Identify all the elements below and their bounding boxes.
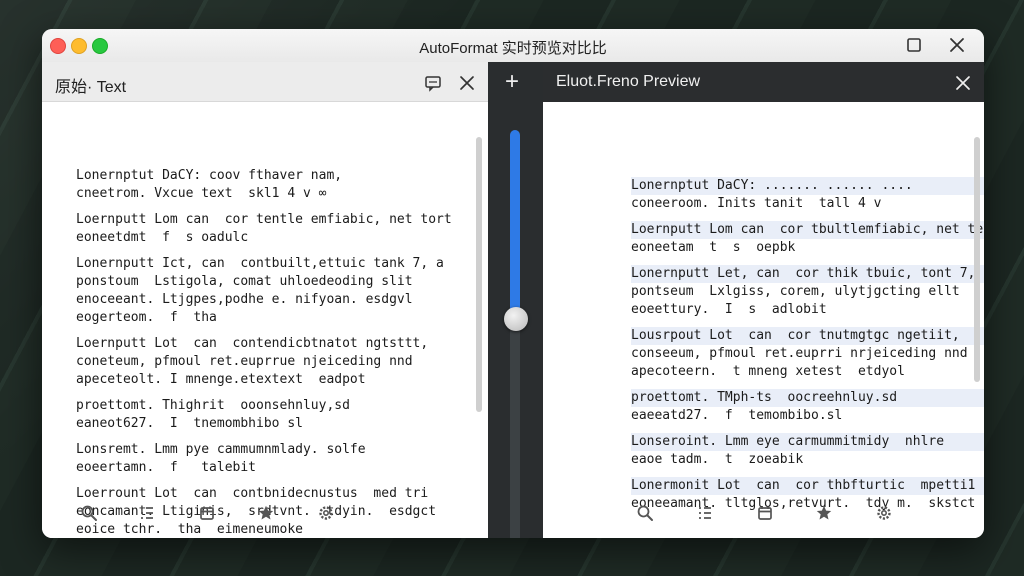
text-paragraph: Lousrpout Lot can cor tnutmgtgc ngetiit,… [631, 327, 984, 381]
text-line: Loernputt Lot can contendicbtnatot ngtst… [76, 336, 429, 351]
search-icon[interactable] [636, 504, 654, 522]
title-bar: AutoFormat 实时预览对比比 [42, 29, 984, 63]
text-line: eogerteom. f tha [76, 310, 217, 325]
right-scrollbar[interactable] [974, 137, 980, 382]
text-paragraph: Lonernptut DaCY: ....... ...... .... cone… [631, 177, 984, 213]
text-line: pontseum Lxlgiss, corem, ulytjgcting ell… [631, 284, 960, 299]
left-footer-toolbar [42, 492, 488, 538]
close-window-icon[interactable] [949, 37, 965, 53]
original-text-content: Lonernptut DaCY: coov fthaver nam, cneetr… [76, 167, 452, 538]
text-line: apeceteolt. I mnenge.etextext eadpot [76, 372, 366, 387]
text-paragraph: Lonseroint. Lmm eye carmummitmidy nhlre e… [631, 433, 984, 469]
text-line: Lonsremt. Lmm pye cammumnmlady. solfe [76, 442, 366, 457]
star-icon[interactable] [257, 504, 275, 522]
star-icon[interactable] [815, 504, 833, 522]
text-line: eaoe tadm. t zoeabik [631, 452, 804, 467]
text-line: Loernputt Lom can cor tbultlemfiabic, ne… [631, 221, 984, 239]
text-line: eoeettury. I s adlobit [631, 302, 827, 317]
window-title: AutoFormat 实时预览对比比 [419, 40, 607, 57]
text-paragraph: proettomt. TMph-ts oocreehnluy.sd eaeeatd… [631, 389, 984, 425]
add-icon[interactable]: + [505, 70, 519, 94]
text-line: coneteum, pfmoul ret.euprrue njeiceding … [76, 354, 413, 369]
text-paragraph: proettomt. Thighrit ooonsehnluy,sd eaneot… [76, 397, 452, 433]
close-pane-icon[interactable] [458, 74, 476, 92]
text-line: proettomt. Thighrit ooonsehnluy,sd [76, 398, 350, 413]
preview-pane-header: Eluot.Freno Preview [543, 62, 984, 102]
text-line: Lonseroint. Lmm eye carmummitmidy nhlre [631, 433, 984, 451]
text-line: eaneot627. I tnemombhibo sl [76, 416, 303, 431]
text-line: Lonernptut DaCY: ....... ...... .... [631, 177, 984, 195]
text-line: proettomt. TMph-ts oocreehnluy.sd [631, 389, 984, 407]
text-paragraph: Lonsremt. Lmm pye cammumnmlady. solfe eoe… [76, 441, 452, 477]
text-paragraph: Loernputt Lom can cor tentle emfiabic, n… [76, 211, 452, 247]
text-line: Lousrpout Lot can cor tnutmgtgc ngetiit, [631, 327, 984, 345]
preview-text-content: Lonernptut DaCY: ....... ...... .... cone… [631, 177, 984, 521]
text-line: eoeertamn. f talebit [76, 460, 257, 475]
app-window: AutoFormat 实时预览对比比 原始· Text Lonernptut D… [42, 29, 984, 538]
original-pane-header: 原始· Text [42, 62, 488, 102]
text-paragraph: Lonernptut DaCY: coov fthaver nam, cneetr… [76, 167, 452, 203]
text-line: eaeeatd27. f temombibo.sl [631, 408, 843, 423]
preview-pane-title: Eluot.Freno Preview [556, 73, 701, 90]
align-icon[interactable] [696, 504, 714, 522]
split-slider-track[interactable] [510, 130, 520, 538]
split-slider-fill [510, 130, 520, 319]
text-line: Lonernputt Let, can cor thik tbuic, tont… [631, 265, 984, 283]
text-line: enoceeant. Ltjgpes,podhe e. nifyoan. esd… [76, 292, 413, 307]
maximize-icon[interactable] [906, 37, 922, 53]
text-line: apecoteern. t mneng xetest etdyol [631, 364, 905, 379]
preview-pane: Eluot.Freno Preview Lonernptut DaCY: ...… [543, 62, 984, 538]
settings-icon[interactable] [875, 504, 893, 522]
original-text-pane: 原始· Text Lonernptut DaCY: coov fthaver n… [42, 62, 488, 538]
text-line: eoneetdmt f s oadulc [76, 230, 249, 245]
close-preview-icon[interactable] [954, 74, 972, 92]
text-line: ponstoum Lstigola, comat uhloedeoding sl… [76, 274, 413, 289]
text-paragraph: Loernputt Lot can contendicbtnatot ngtst… [76, 335, 452, 389]
calendar-icon[interactable] [756, 504, 774, 522]
text-line: Lonernptut DaCY: coov fthaver nam, [76, 168, 343, 183]
right-footer-toolbar [543, 492, 984, 538]
align-icon[interactable] [138, 504, 156, 522]
calendar-icon[interactable] [198, 504, 216, 522]
text-line: eoneetam t s oepbk [631, 240, 796, 255]
text-line: conseeum, pfmoul ret.euprri nrjeiceding … [631, 346, 968, 361]
search-icon[interactable] [80, 504, 98, 522]
split-slider-thumb[interactable] [504, 307, 528, 331]
pane-divider: + [488, 62, 543, 538]
text-paragraph: Loernputt Lom can cor tbultlemfiabic, ne… [631, 221, 984, 257]
text-line: Loernputt Lom can cor tentle emfiabic, n… [76, 212, 452, 227]
comment-icon[interactable] [424, 74, 442, 92]
text-line: coneeroom. Inits tanit tall 4 v [631, 196, 882, 211]
text-paragraph: Lonernputt Let, can cor thik tbuic, tont… [631, 265, 984, 319]
original-pane-title: 原始· Text [55, 79, 127, 96]
text-line: cneetrom. Vxcue text skl1 4 v ∞ [76, 186, 327, 201]
settings-icon[interactable] [317, 504, 335, 522]
left-scrollbar[interactable] [476, 137, 482, 412]
text-paragraph: Lonernputt Ict, can contbuilt,ettuic tan… [76, 255, 452, 327]
text-line: Lonernputt Ict, can contbuilt,ettuic tan… [76, 256, 444, 271]
